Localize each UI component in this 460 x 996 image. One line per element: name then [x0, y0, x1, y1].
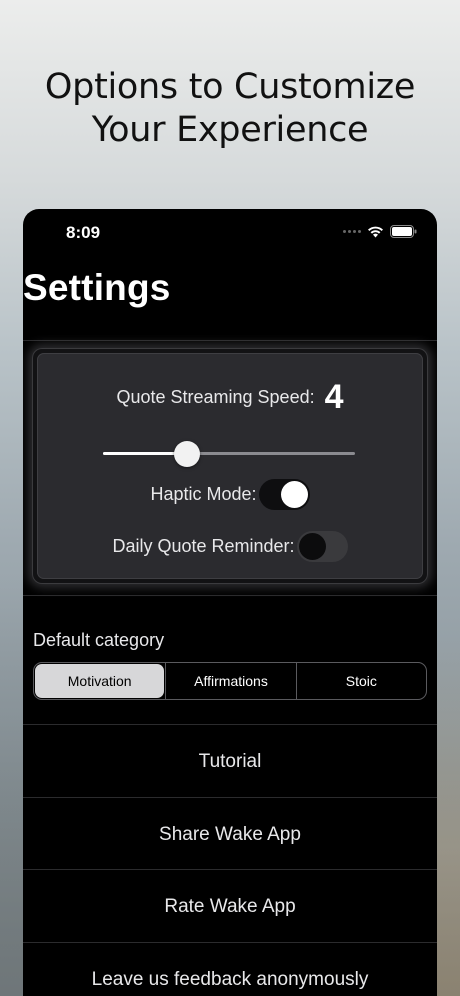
- divider: [23, 724, 437, 725]
- battery-icon: [390, 225, 417, 238]
- reminder-label: Daily Quote Reminder:: [112, 536, 295, 556]
- divider: [23, 942, 437, 943]
- toggle-knob: [280, 481, 308, 508]
- page-title: Settings: [23, 267, 171, 308]
- divider: [23, 797, 437, 798]
- divider: [23, 595, 437, 596]
- headline-line-1: Options to Customize: [44, 67, 416, 107]
- divider: [23, 869, 437, 870]
- segment-motivation[interactable]: Motivation: [35, 664, 165, 698]
- reminder-row: Daily Quote Reminder:: [37, 531, 423, 562]
- slider-thumb[interactable]: [174, 441, 200, 467]
- toggle-knob: [298, 533, 326, 560]
- category-segmented-control: Motivation Affirmations Stoic: [33, 662, 427, 700]
- tutorial-button[interactable]: Tutorial: [23, 726, 437, 798]
- rate-button[interactable]: Rate Wake App: [23, 871, 437, 943]
- wifi-icon: [367, 225, 384, 238]
- segment-affirmations[interactable]: Affirmations: [165, 663, 295, 699]
- haptic-row: Haptic Mode:: [37, 479, 423, 510]
- share-button[interactable]: Share Wake App: [23, 799, 437, 871]
- reminder-toggle[interactable]: [296, 531, 348, 562]
- settings-panel-inner: Quote Streaming Speed: 4 Haptic Mode: Da…: [37, 353, 423, 579]
- status-icons: [343, 225, 417, 238]
- settings-panel: Quote Streaming Speed: 4 Haptic Mode: Da…: [32, 348, 428, 584]
- speed-slider[interactable]: [103, 441, 355, 467]
- haptic-label: Haptic Mode:: [150, 484, 257, 504]
- phone-screen: 8:09 Settings Quote Streaming Speed: 4 H…: [23, 209, 437, 996]
- promo-headline: Options to Customize Your Experience: [0, 66, 460, 152]
- signal-icon: [343, 230, 361, 233]
- divider: [23, 340, 437, 341]
- status-time: 8:09: [66, 223, 101, 242]
- segment-stoic[interactable]: Stoic: [295, 663, 426, 699]
- feedback-button[interactable]: Leave us feedback anonymously: [23, 944, 437, 996]
- default-category-label: Default category: [33, 630, 165, 650]
- haptic-toggle[interactable]: [258, 479, 310, 510]
- speed-value: 4: [324, 378, 344, 416]
- status-bar: 8:09: [23, 209, 437, 255]
- headline-line-2: Your Experience: [91, 110, 369, 150]
- speed-label: Quote Streaming Speed:: [116, 386, 315, 407]
- speed-row: Quote Streaming Speed: 4: [37, 379, 423, 415]
